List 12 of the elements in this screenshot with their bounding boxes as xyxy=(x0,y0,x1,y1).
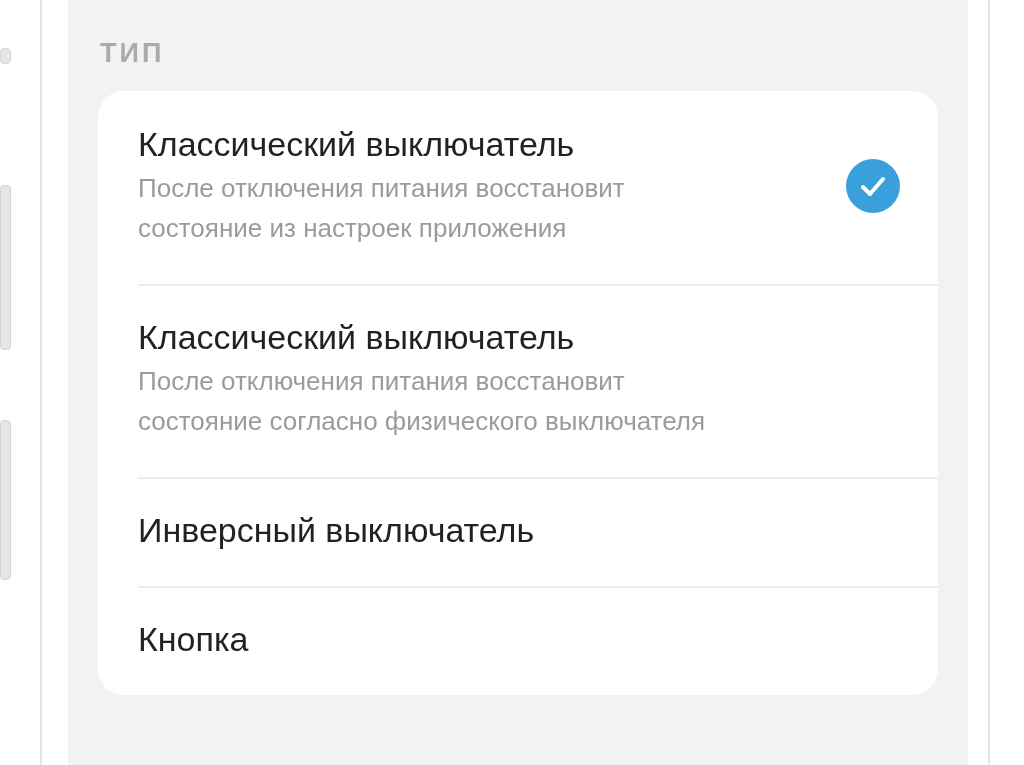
option-title: Инверсный выключатель xyxy=(138,510,536,550)
option-item[interactable]: Классический выключатель После отключения питания восстановит состояние из настроек приложения xyxy=(98,91,938,284)
option-item[interactable]: Инверсный выключатель xyxy=(98,477,938,586)
option-item[interactable]: Кнопка xyxy=(98,586,938,695)
option-description: После отключения питания восстановит состояние согласно физического выключателя xyxy=(138,365,707,438)
option-title: Классический выключатель xyxy=(138,317,576,357)
option-item[interactable]: Классический выключатель После отключения питания восстановит состояние согласно физического выключателя xyxy=(98,284,938,477)
check-icon xyxy=(846,159,900,213)
option-title: Классический выключатель xyxy=(138,124,576,164)
option-title: Кнопка xyxy=(138,619,250,659)
option-description: После отключения питания восстановит состояние из настроек приложения xyxy=(138,172,626,245)
section-label: ТИП xyxy=(100,38,166,69)
